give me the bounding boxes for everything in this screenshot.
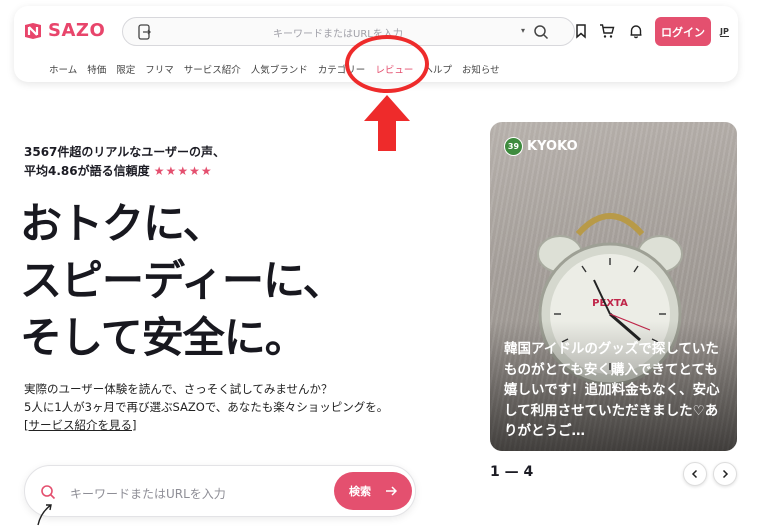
cart-icon[interactable] — [599, 23, 615, 39]
pager-total: 4 — [523, 464, 534, 480]
search-icon[interactable] — [533, 24, 549, 40]
reviewer-info: 39 KYOKO — [504, 137, 578, 156]
main-nav: ホーム 特価 限定 フリマ サービス紹介 人気ブランド カテゴリー レビュー ヘ… — [49, 62, 510, 76]
logo-mark-icon — [25, 22, 41, 39]
hero-title-line3: そして安全に。 — [20, 313, 307, 362]
nav-item-flea-market[interactable]: フリマ — [145, 62, 174, 76]
brand-name: SAZO — [48, 20, 106, 41]
hero-title-line2: スピーディーに、 — [20, 256, 345, 305]
hero-title-line1: おトクに、 — [20, 199, 225, 248]
nav-item-service-intro[interactable]: サービス紹介 — [184, 62, 241, 76]
hero-sub-line2: 平均4.86が語る信頼度 — [24, 164, 150, 178]
review-card[interactable]: PEXTA 39 KYOKO 韓国アイドルのグッズで探していたものがとても安く購… — [490, 122, 737, 451]
arrow-right-icon — [386, 486, 397, 496]
doc-icon[interactable] — [137, 24, 152, 40]
annotation-arrow-icon — [364, 95, 410, 151]
nav-item-news[interactable]: お知らせ — [462, 62, 500, 76]
pager-current: 1 — [490, 464, 500, 480]
dropdown-caret-icon[interactable]: ▾ — [521, 26, 525, 35]
nav-item-deals[interactable]: 特価 — [87, 62, 106, 76]
nav-item-home[interactable]: ホーム — [49, 62, 77, 76]
hero-search-input[interactable]: キーワードまたはURLを入力 — [70, 485, 226, 502]
hero-desc-line1: 実際のユーザー体験を読んで、さっそく試してみませんか？ — [24, 382, 333, 396]
hero-desc-line2: 5人に1人が3ヶ月で再び選ぶSAZOで、あなたも楽々ショッピングを。 — [24, 400, 389, 414]
carousel-pager: 1 — 4 — [490, 464, 533, 480]
annotation-circle — [345, 35, 429, 93]
hero-subheading: 3567件超のリアルなユーザーの声、 平均4.86が語る信頼度 ★★★★★ — [24, 143, 225, 181]
login-button[interactable]: ログイン — [655, 17, 711, 46]
review-text: 韓国アイドルのグッズで探していたものがとても安く購入できてとても嬉しいです！追加… — [504, 341, 720, 439]
hero-sub-line1: 3567件超のリアルなユーザーの声、 — [24, 145, 226, 159]
header-search-bar[interactable]: キーワードまたはURLを入力 ▾ — [122, 17, 575, 46]
rating-stars-icon: ★★★★★ — [153, 164, 213, 178]
reviewer-level-badge: 39 — [504, 137, 523, 156]
clock-brand-label: PEXTA — [592, 298, 628, 309]
search-icon — [41, 485, 56, 500]
bookmark-icon[interactable] — [573, 23, 589, 39]
language-selector[interactable]: JP — [720, 27, 729, 37]
bell-icon[interactable] — [628, 23, 644, 39]
pager-separator: — — [504, 464, 519, 480]
hero-description: 実際のユーザー体験を読んで、さっそく試してみませんか？ 5人に1人が3ヶ月で再び… — [24, 380, 388, 434]
search-button[interactable]: 検索 — [334, 472, 412, 510]
search-button-label: 検索 — [349, 485, 371, 498]
hero-title: おトクに、 スピーディーに、 そして安全に。 — [20, 195, 345, 366]
carousel-prev-button[interactable] — [683, 462, 707, 486]
service-intro-link[interactable]: [サービス紹介を見る] — [24, 416, 388, 434]
hero-search-bar[interactable]: キーワードまたはURLを入力 検索 — [24, 465, 416, 517]
nav-item-limited[interactable]: 限定 — [116, 62, 135, 76]
logo[interactable]: SAZO — [24, 20, 105, 41]
reviewer-name: KYOKO — [527, 139, 578, 154]
chevron-right-icon — [722, 469, 729, 479]
carousel-next-button[interactable] — [713, 462, 737, 486]
scroll-hint-icon — [37, 504, 52, 526]
chevron-left-icon — [691, 469, 698, 479]
nav-item-popular-brands[interactable]: 人気ブランド — [251, 62, 308, 76]
